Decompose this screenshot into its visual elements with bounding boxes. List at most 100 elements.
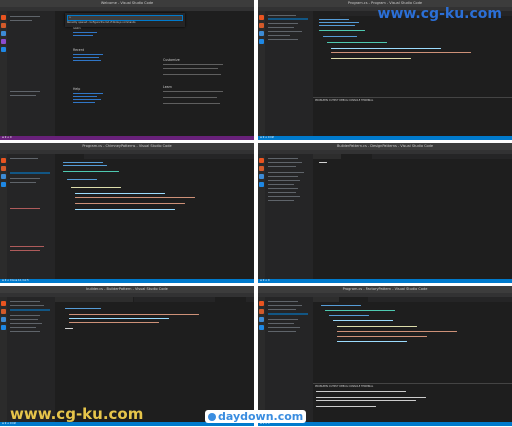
vscode-icon[interactable] [259,39,264,44]
welcome-link[interactable] [73,99,101,101]
sidebar-item[interactable] [268,184,294,186]
sidebar-item-error[interactable] [10,246,44,248]
sidebar-item[interactable] [268,200,294,202]
sidebar-item[interactable] [268,39,298,41]
os-launcher [0,154,7,279]
panel-tabs[interactable]: PROBLEMS OUTPUT DEBUG CONSOLE TERMINAL [315,385,373,388]
sidebar-item[interactable] [10,95,36,97]
command-option[interactable]: Recently opened: configure the list of N… [67,21,135,24]
sidebar-item[interactable] [268,305,302,307]
files-icon[interactable] [259,31,264,36]
ubuntu-icon[interactable] [259,158,264,163]
ubuntu-icon[interactable] [259,15,264,20]
sidebar-item[interactable] [268,23,298,25]
ubuntu-icon[interactable] [1,158,6,163]
firefox-icon[interactable] [1,309,6,314]
firefox-icon[interactable] [1,23,6,28]
code-editor[interactable] [313,159,512,279]
code-line [337,341,407,343]
vscode-icon[interactable] [1,325,6,330]
sidebar-item[interactable] [10,182,36,184]
vscode-icon[interactable] [259,325,264,330]
firefox-icon[interactable] [259,309,264,314]
sidebar-item-selected[interactable] [10,309,50,312]
sidebar-item[interactable] [268,188,298,190]
app-icon[interactable] [1,39,6,44]
explorer-sidebar [265,11,313,136]
files-icon[interactable] [259,174,264,179]
sidebar-item[interactable] [10,327,36,329]
sidebar-item[interactable] [268,196,300,198]
sidebar-item[interactable] [10,158,38,160]
welcome-link[interactable] [73,32,97,34]
code-editor[interactable] [55,302,254,422]
firefox-icon[interactable] [259,166,264,171]
sidebar-item[interactable] [268,331,296,333]
files-icon[interactable] [1,174,6,179]
sidebar-item[interactable] [10,16,40,18]
sidebar-item-selected[interactable] [10,172,50,175]
code-line [63,171,119,173]
watermark-bottom: www.cg-ku.com [10,405,144,423]
sidebar-item[interactable] [268,35,290,37]
vscode-icon[interactable] [259,182,264,187]
sidebar-item[interactable] [268,309,296,311]
welcome-link[interactable] [73,57,99,59]
sidebar-item-error[interactable] [10,250,40,252]
ubuntu-icon[interactable] [259,301,264,306]
sidebar-item[interactable] [268,15,296,17]
welcome-link[interactable] [73,60,101,62]
welcome-link[interactable] [73,54,103,56]
terminal-line [316,400,416,402]
sidebar-item[interactable] [268,301,298,303]
files-icon[interactable] [1,317,6,322]
panel-tabs[interactable]: PROBLEMS OUTPUT DEBUG CONSOLE TERMINAL [315,99,373,102]
sidebar-item[interactable] [10,315,40,317]
files-icon[interactable] [1,31,6,36]
code-line [319,19,349,21]
ubuntu-icon[interactable] [1,301,6,306]
welcome-link[interactable] [73,102,95,104]
vscode-icon[interactable] [1,182,6,187]
sidebar-item[interactable] [268,172,304,174]
sidebar-item[interactable] [10,20,32,22]
files-icon[interactable] [259,317,264,322]
firefox-icon[interactable] [1,166,6,171]
window-title: Program.cs - ChimneyPatterns - Visual St… [82,144,172,148]
sidebar-item[interactable] [10,323,42,325]
sidebar-item[interactable] [268,176,298,178]
explorer-sidebar [7,11,55,136]
welcome-link[interactable] [73,93,103,95]
welcome-link[interactable] [73,35,93,37]
sidebar-item[interactable] [268,27,294,29]
vscode-icon[interactable] [1,47,6,52]
sidebar-item[interactable] [268,180,300,182]
command-palette[interactable]: > Recently opened: configure the list of… [65,13,185,27]
sidebar-item[interactable] [268,31,302,33]
watermark-top: www.cg-ku.com [377,6,502,22]
sidebar-item[interactable] [10,301,40,303]
sidebar-item-selected[interactable] [268,313,308,316]
sidebar-item[interactable] [10,178,40,180]
sidebar-item[interactable] [268,166,296,168]
sidebar-item[interactable] [268,323,294,325]
code-line [323,36,357,38]
sidebar-item[interactable] [10,331,40,333]
sidebar-item[interactable] [268,327,300,329]
sidebar-item-error[interactable] [10,208,40,210]
welcome-link[interactable] [73,96,97,98]
sidebar-item[interactable] [268,319,298,321]
sidebar-item[interactable] [10,319,38,321]
firefox-icon[interactable] [259,23,264,28]
sidebar-item[interactable] [10,305,44,307]
ubuntu-icon[interactable] [1,15,6,20]
code-editor[interactable] [55,159,254,279]
sidebar-item[interactable] [268,162,302,164]
code-line [75,193,165,195]
sidebar-item[interactable] [10,91,40,93]
code-line [69,318,169,320]
sidebar-item[interactable] [268,158,298,160]
sidebar-item-selected[interactable] [268,18,308,21]
sidebar-item[interactable] [268,192,296,194]
explorer-sidebar [7,297,55,422]
